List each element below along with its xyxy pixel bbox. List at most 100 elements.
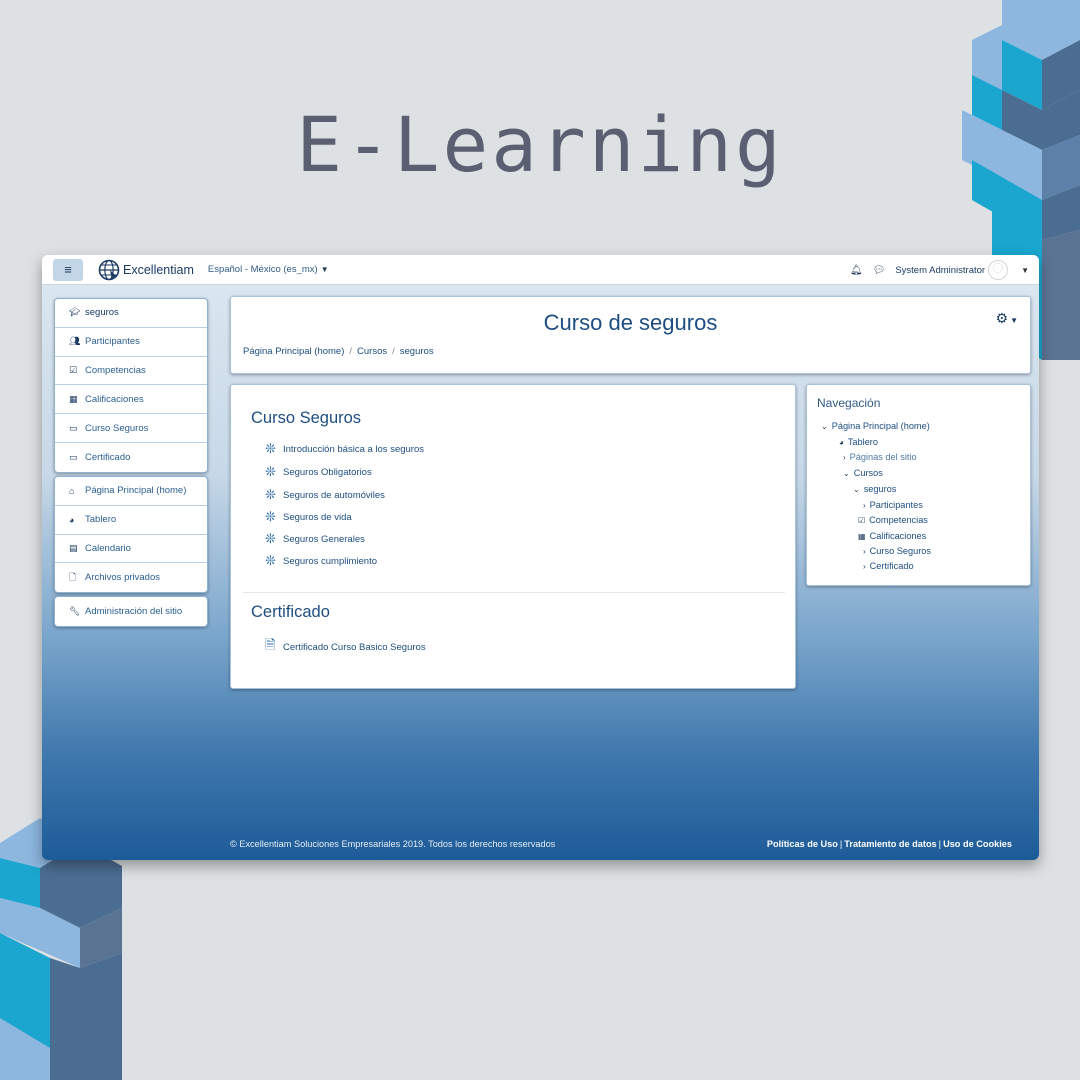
- caret-down-icon[interactable]: ▼: [1021, 266, 1029, 275]
- nav-item-label: Página Principal (home): [831, 421, 930, 431]
- activity-label: Seguros de automóviles: [283, 489, 385, 501]
- nav-item-seguros[interactable]: ⌄ seguros: [853, 484, 896, 494]
- nav-item-label: Competencias: [869, 515, 928, 525]
- activity-link[interactable]: ❊ Seguros de automóviles: [265, 487, 385, 503]
- table-icon: ▦: [69, 393, 78, 404]
- chevron-down-icon: ⌄: [843, 468, 850, 478]
- footer-link-tratamiento[interactable]: Tratamiento de datos: [844, 839, 936, 849]
- nav-item-cursos[interactable]: ⌄ Cursos: [843, 468, 883, 478]
- brand-name: Excellentiam: [123, 262, 194, 277]
- chevron-down-icon: ⌄: [853, 484, 860, 494]
- breadcrumb-item-home[interactable]: Página Principal (home): [243, 346, 344, 357]
- breadcrumb: Página Principal (home) / Cursos / seguros: [243, 346, 434, 357]
- sidebar-item-seguros[interactable]: 🎓︎ seguros: [55, 299, 207, 328]
- page-title: Curso de seguros: [543, 310, 718, 335]
- language-selector[interactable]: Español - México (es_mx) ▼: [208, 264, 329, 275]
- sidebar-item-calendario[interactable]: ▤ Calendario: [55, 535, 207, 564]
- scorm-package-icon: ❊: [265, 441, 276, 456]
- sidebar-item-administracion[interactable]: 🔧︎ Administración del sitio: [55, 597, 207, 626]
- checkbox-icon: ☑: [858, 515, 866, 525]
- scorm-package-icon: ❊: [265, 487, 276, 502]
- footer-links: Políticas de Uso | Tratamiento de datos | Us…: [767, 839, 1012, 849]
- activity-link[interactable]: ❊ Introducción básica a los seguros: [265, 441, 424, 457]
- activity-link[interactable]: ❊ Seguros Generales: [265, 531, 365, 547]
- activity-label: Certificado Curso Basico Seguros: [283, 641, 426, 653]
- folder-icon: ▭: [69, 451, 78, 462]
- chevron-right-icon: ›: [863, 546, 866, 556]
- navigation-block: Navegación ⌄ Página Principal (home) ◕ Tab…: [806, 384, 1031, 586]
- sidebar-item-label: Curso Seguros: [85, 422, 149, 434]
- section-divider: [243, 592, 785, 593]
- sidebar-item-certificado[interactable]: ▭ Certificado: [55, 443, 207, 472]
- dashboard-icon: ◕: [69, 514, 75, 525]
- sidebar-item-participantes[interactable]: 👥︎ Participantes: [55, 328, 207, 357]
- activity-link[interactable]: 🗎︎ Certificado Curso Basico Seguros: [265, 636, 426, 658]
- breadcrumb-separator: /: [349, 346, 353, 357]
- wrench-icon: 🔧︎: [69, 605, 81, 616]
- chevron-right-icon: ›: [843, 452, 846, 462]
- activity-label: Seguros cumplimiento: [283, 555, 377, 567]
- folder-icon: ▭: [69, 422, 78, 433]
- nav-item-certificado[interactable]: › Certificado: [863, 561, 914, 571]
- sidebar-item-calificaciones[interactable]: ▦ Calificaciones: [55, 385, 207, 415]
- hamburger-icon: ≡: [64, 262, 72, 277]
- avatar-icon[interactable]: [988, 260, 1009, 280]
- dashboard-icon: ◕: [839, 437, 844, 447]
- sidebar-item-label: Página Principal (home): [85, 485, 187, 497]
- sidebar-item-label: Archivos privados: [85, 572, 160, 584]
- brand[interactable]: Excellentiam: [98, 259, 194, 281]
- nav-item-calificaciones[interactable]: ▦ Calificaciones: [858, 531, 926, 541]
- sidebar-item-tablero[interactable]: ◕ Tablero: [55, 506, 207, 535]
- nav-item-tablero[interactable]: ◕ Tablero: [839, 437, 878, 447]
- bell-icon[interactable]: 🔔︎: [850, 265, 863, 276]
- navigation-title: Navegación: [817, 396, 881, 410]
- scorm-package-icon: ❊: [265, 531, 276, 546]
- checkbox-icon: ☑: [69, 364, 78, 375]
- user-area: 🔔︎ 💬︎ System Administrator ▼: [850, 255, 1029, 285]
- nav-item-label: Calificaciones: [869, 531, 927, 541]
- page-header-card: Curso de seguros ⚙ ▼ Página Principal (ho…: [230, 296, 1031, 374]
- app-window: ≡ Excellentiam Español - México (es_mx) ▼…: [42, 255, 1039, 860]
- nav-item-label: Participantes: [869, 500, 923, 510]
- sidebar-item-label: Participantes: [85, 336, 140, 348]
- activity-link[interactable]: ❊ Seguros de vida: [265, 509, 352, 525]
- nav-item-home[interactable]: ⌄ Página Principal (home): [821, 421, 930, 431]
- sidebar-item-label: seguros: [85, 307, 119, 319]
- footer-copyright: © Excellentiam Soluciones Empresariales …: [230, 839, 556, 849]
- breadcrumb-item-seguros[interactable]: seguros: [400, 346, 434, 357]
- activity-link[interactable]: ❊ Seguros cumplimiento: [265, 553, 377, 569]
- nav-item-competencias[interactable]: ☑ Competencias: [858, 515, 928, 525]
- sidebar-course-block: 🎓︎ seguros 👥︎ Participantes ☑ Competenci…: [54, 298, 208, 473]
- hero-title: E-Learning: [296, 100, 784, 189]
- nav-item-paginas-del-sitio[interactable]: › Páginas del sitio: [843, 452, 917, 462]
- chevron-right-icon: ›: [863, 500, 866, 510]
- footer-link-cookies[interactable]: Uso de Cookies: [943, 839, 1012, 849]
- sidebar-item-label: Administración del sitio: [85, 605, 183, 617]
- menu-toggle-button[interactable]: ≡: [53, 258, 83, 281]
- breadcrumb-item-cursos[interactable]: Cursos: [357, 346, 387, 357]
- nav-item-participantes[interactable]: › Participantes: [863, 500, 923, 510]
- course-content-card: Curso Seguros ❊ Introducción básica a lo…: [230, 384, 796, 689]
- file-icon: 🗋︎: [69, 571, 77, 582]
- activity-link[interactable]: ❊ Seguros Obligatorios: [265, 464, 372, 480]
- sidebar-item-home[interactable]: ⌂ Página Principal (home): [55, 477, 207, 506]
- globe-logo-icon: [98, 259, 120, 280]
- footer-link-politicas[interactable]: Políticas de Uso: [767, 839, 838, 849]
- sidebar-site-block: ⌂ Página Principal (home) ◕ Tablero ▤ Ca…: [54, 476, 208, 594]
- activity-label: Seguros Obligatorios: [283, 466, 372, 478]
- section-title[interactable]: Certificado: [251, 603, 330, 622]
- user-name[interactable]: System Administrator: [895, 265, 985, 276]
- sidebar-item-competencias[interactable]: ☑ Competencias: [55, 357, 207, 386]
- section-title[interactable]: Curso Seguros: [251, 409, 361, 428]
- footer-separator: |: [839, 839, 843, 849]
- sidebar-item-archivos-privados[interactable]: 🗋︎ Archivos privados: [55, 563, 207, 592]
- sidebar-item-label: Competencias: [85, 364, 146, 376]
- breadcrumb-separator: /: [392, 346, 395, 357]
- chat-icon[interactable]: 💬︎: [873, 265, 886, 276]
- nav-item-curso-seguros[interactable]: › Curso Seguros: [863, 546, 931, 556]
- caret-down-icon: ▼: [1010, 316, 1018, 325]
- scorm-package-icon: ❊: [265, 464, 276, 479]
- top-navbar: ≡ Excellentiam Español - México (es_mx) ▼…: [42, 255, 1039, 285]
- course-settings-button[interactable]: ⚙ ▼: [996, 310, 1018, 327]
- sidebar-item-curso-seguros[interactable]: ▭ Curso Seguros: [55, 414, 207, 443]
